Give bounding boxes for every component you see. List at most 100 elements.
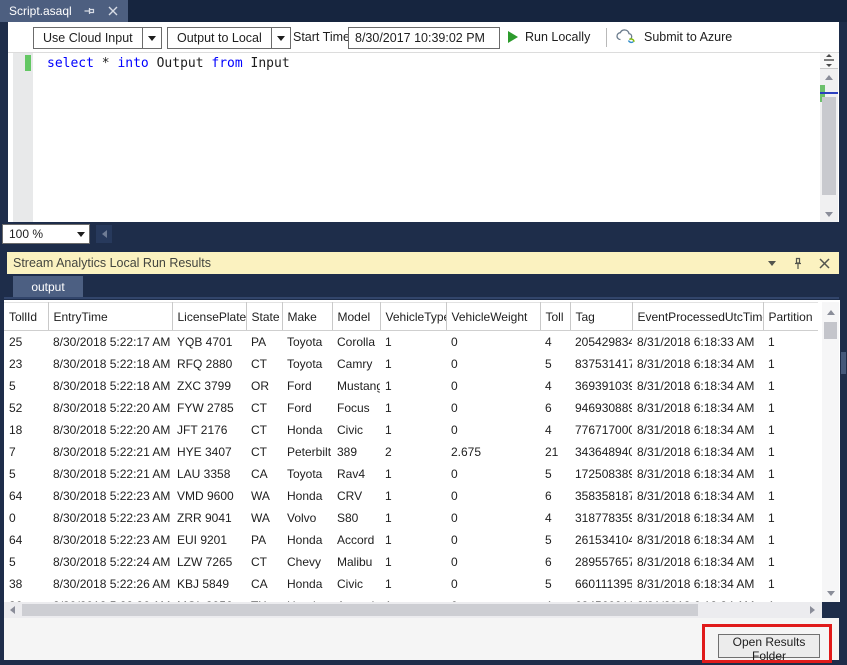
column-header[interactable]: Tag <box>570 303 632 331</box>
code-token: * <box>94 56 117 71</box>
table-cell: Focus <box>332 397 380 419</box>
editor-vertical-scrollbar[interactable] <box>820 53 838 223</box>
submit-to-azure-button[interactable]: Submit to Azure <box>615 22 732 52</box>
table-cell: 6 <box>540 551 570 573</box>
table-cell: WA <box>246 507 282 529</box>
table-row[interactable]: 58/30/2018 5:22:24 AMLZW 7265CTChevyMali… <box>4 551 818 573</box>
scroll-left-icon[interactable] <box>96 225 112 243</box>
code-editor[interactable]: select * into Output from Input <box>8 52 839 222</box>
code-token: into <box>117 56 148 71</box>
table-row[interactable]: 238/30/2018 5:22:18 AMRFQ 2880CTToyotaCa… <box>4 353 818 375</box>
table-cell: 8/30/2018 5:22:21 AM <box>48 463 172 485</box>
table-cell: 0 <box>446 485 540 507</box>
scrollbar-thumb[interactable] <box>822 97 836 195</box>
tab-output[interactable]: output <box>13 276 83 297</box>
output-target-dropdown[interactable]: Output to Local <box>167 27 291 49</box>
table-cell: 1 <box>763 375 818 397</box>
table-cell: 0 <box>446 507 540 529</box>
pin-icon[interactable] <box>82 4 96 18</box>
table-cell: Mustang <box>332 375 380 397</box>
tab-script-asaql[interactable]: Script.asaql <box>0 0 128 22</box>
table-cell: 8/30/2018 5:22:18 AM <box>48 375 172 397</box>
table-cell: 8/30/2018 5:22:26 AM <box>48 573 172 595</box>
code-token: Input <box>243 56 290 71</box>
chevron-down-icon[interactable] <box>73 232 89 237</box>
table-cell: 0 <box>446 595 540 603</box>
column-header[interactable]: Model <box>332 303 380 331</box>
open-results-folder-button[interactable]: Open Results Folder <box>718 634 820 658</box>
column-header[interactable]: Partition <box>763 303 818 331</box>
table-cell: PA <box>246 331 282 353</box>
chevron-down-icon[interactable] <box>142 28 161 48</box>
table-row[interactable]: 188/30/2018 5:22:20 AMJFT 2176CTHondaCiv… <box>4 419 818 441</box>
scroll-down-icon[interactable] <box>822 586 839 600</box>
table-cell: TX <box>246 595 282 603</box>
scrollbar-thumb[interactable] <box>824 322 837 339</box>
table-cell: CT <box>246 551 282 573</box>
chevron-down-icon[interactable] <box>271 28 290 48</box>
column-header[interactable]: Toll <box>540 303 570 331</box>
scroll-up-icon[interactable] <box>820 70 838 84</box>
pin-icon[interactable] <box>791 256 805 270</box>
table-cell: LAU 3358 <box>172 463 246 485</box>
code-line: select * into Output from Input <box>47 55 290 72</box>
output-target-dropdown-label: Output to Local <box>168 28 271 48</box>
start-time-input[interactable] <box>348 27 500 49</box>
table-cell: 8/30/2018 5:22:20 AM <box>48 419 172 441</box>
scroll-down-icon[interactable] <box>820 207 838 221</box>
zoom-level-dropdown[interactable]: 100 % <box>2 224 90 244</box>
scroll-left-icon[interactable] <box>4 602 20 618</box>
table-cell: 1 <box>763 573 818 595</box>
tab-title: Script.asaql <box>9 4 72 18</box>
column-header[interactable]: EntryTime <box>48 303 172 331</box>
splitter-handle-icon[interactable] <box>820 53 838 69</box>
editor-status-strip: 100 % <box>0 222 847 248</box>
table-cell: 8/30/2018 5:22:24 AM <box>48 551 172 573</box>
table-cell: 1 <box>763 595 818 603</box>
run-locally-button[interactable]: Run Locally <box>508 22 590 52</box>
window-menu-icon[interactable] <box>765 256 779 270</box>
column-header[interactable]: VehicleWeight <box>446 303 540 331</box>
table-vertical-scrollbar[interactable] <box>822 302 839 602</box>
table-cell: Ford <box>282 375 332 397</box>
table-row[interactable]: 368/30/2018 5:22:26 AMMGL 3956TXHondaAcc… <box>4 595 818 603</box>
table-cell: Civic <box>332 573 380 595</box>
table-row[interactable]: 08/30/2018 5:22:23 AMZRR 9041WAVolvoS801… <box>4 507 818 529</box>
table-cell: 5 <box>4 463 48 485</box>
column-header[interactable]: State <box>246 303 282 331</box>
table-cell: 0 <box>446 353 540 375</box>
table-row[interactable]: 388/30/2018 5:22:26 AMKBJ 5849CAHondaCiv… <box>4 573 818 595</box>
column-header[interactable]: Make <box>282 303 332 331</box>
table-row[interactable]: 528/30/2018 5:22:20 AMFYW 2785CTFordFocu… <box>4 397 818 419</box>
table-row[interactable]: 648/30/2018 5:22:23 AMVMD 9600WAHondaCRV… <box>4 485 818 507</box>
column-header[interactable]: TollId <box>4 303 48 331</box>
table-cell: OR <box>246 375 282 397</box>
column-header[interactable]: LicensePlate <box>172 303 246 331</box>
table-cell: 8/30/2018 5:22:18 AM <box>48 353 172 375</box>
table-cell: 5 <box>540 463 570 485</box>
table-row[interactable]: 648/30/2018 5:22:23 AMEUI 9201PAHondaAcc… <box>4 529 818 551</box>
scrollbar-thumb[interactable] <box>22 604 698 616</box>
cloud-input-dropdown[interactable]: Use Cloud Input <box>33 27 162 49</box>
results-panel-header[interactable]: Stream Analytics Local Run Results <box>7 252 839 274</box>
scroll-up-icon[interactable] <box>822 305 839 319</box>
table-cell: 8/31/2018 6:18:34 AM <box>632 419 763 441</box>
table-row[interactable]: 258/30/2018 5:22:17 AMYQB 4701PAToyotaCo… <box>4 331 818 353</box>
table-cell: HYE 3407 <box>172 441 246 463</box>
scroll-right-icon[interactable] <box>804 602 820 618</box>
column-header[interactable]: VehicleType <box>380 303 446 331</box>
table-row[interactable]: 78/30/2018 5:22:21 AMHYE 3407CTPeterbilt… <box>4 441 818 463</box>
table-cell: 6 <box>540 485 570 507</box>
table-row[interactable]: 58/30/2018 5:22:18 AMZXC 3799ORFordMusta… <box>4 375 818 397</box>
table-cell: Toyota <box>282 353 332 375</box>
table-cell: 0 <box>446 551 540 573</box>
table-cell: CA <box>246 463 282 485</box>
close-icon[interactable] <box>817 256 831 270</box>
table-cell: Accord <box>332 529 380 551</box>
results-table: TollIdEntryTimeLicensePlateStateMakeMode… <box>4 302 818 602</box>
column-header[interactable]: EventProcessedUtcTime <box>632 303 763 331</box>
table-horizontal-scrollbar[interactable] <box>4 602 822 618</box>
table-row[interactable]: 58/30/2018 5:22:21 AMLAU 3358CAToyotaRav… <box>4 463 818 485</box>
close-icon[interactable] <box>106 4 120 18</box>
table-cell: Honda <box>282 573 332 595</box>
